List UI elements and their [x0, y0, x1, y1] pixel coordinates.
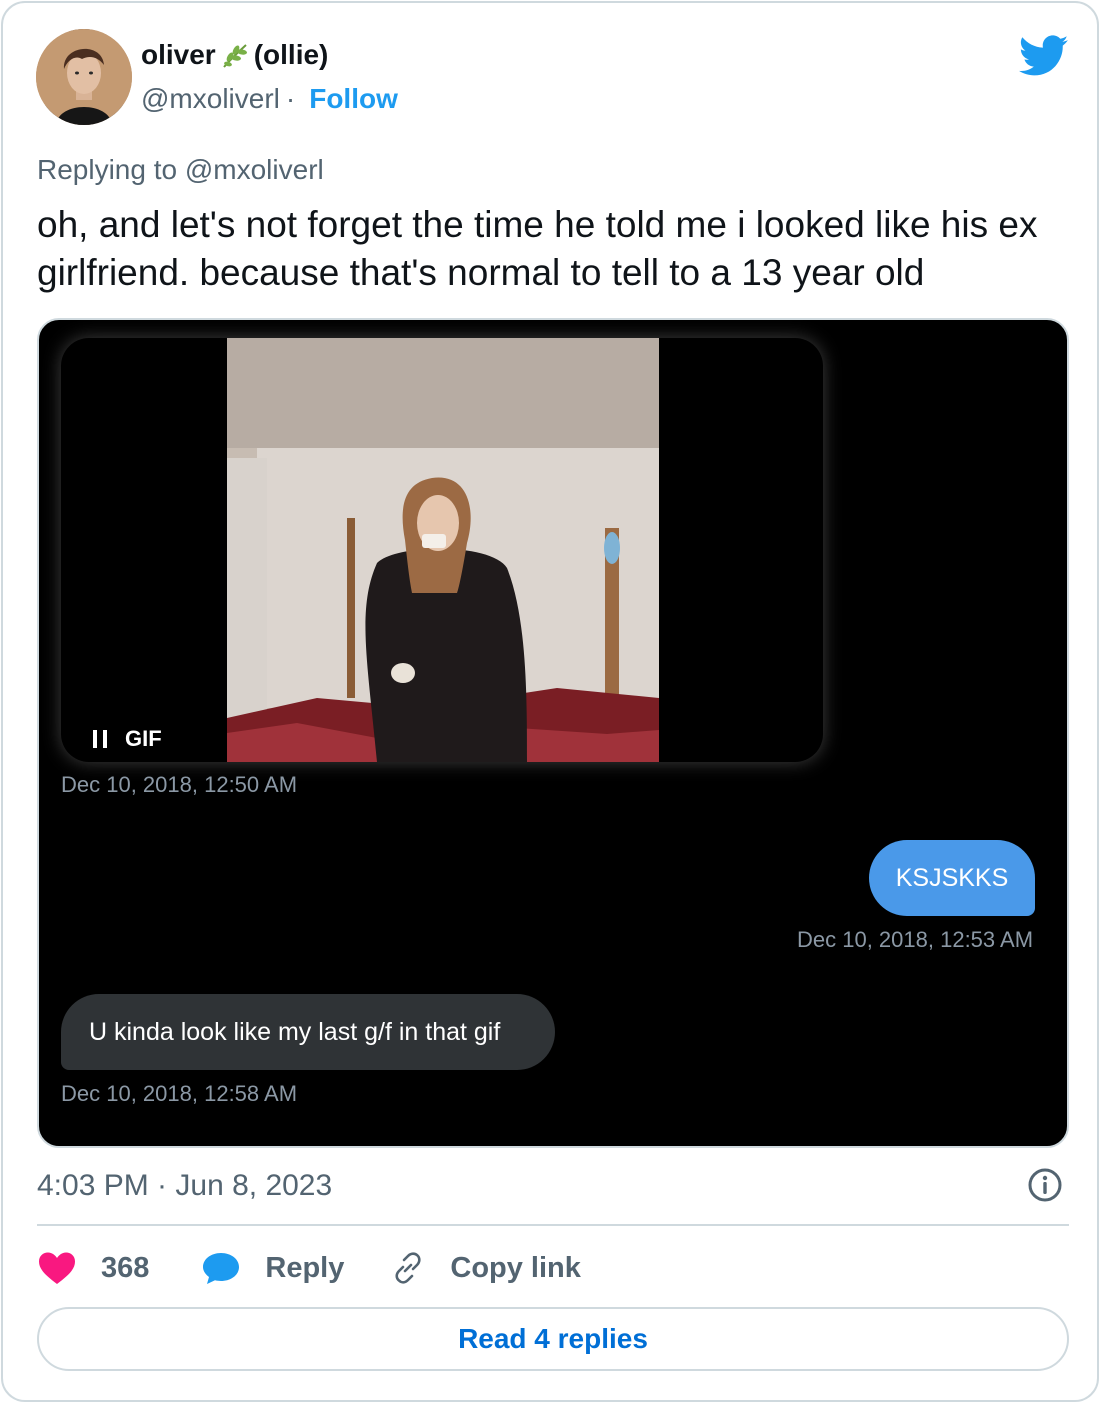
- gif-badge[interactable]: GIF: [93, 726, 162, 752]
- action-bar: 368 Reply Copy link: [37, 1243, 581, 1293]
- separator-dot: ·: [285, 83, 296, 114]
- author-handle-row: @mxoliverl · Follow: [141, 83, 398, 115]
- author-name[interactable]: oliver (ollie): [141, 39, 328, 71]
- sent-message-bubble: KSJSKKS: [869, 840, 1035, 916]
- divider: [37, 1224, 1069, 1226]
- gif-message[interactable]: GIF: [61, 338, 823, 762]
- twitter-bird-icon[interactable]: [1019, 35, 1069, 77]
- copy-link-label: Copy link: [450, 1251, 581, 1284]
- author-name-second: (ollie): [253, 39, 329, 70]
- herb-icon: [222, 44, 247, 68]
- message-timestamp: Dec 10, 2018, 12:53 AM: [797, 927, 1034, 952]
- follow-button[interactable]: Follow: [309, 83, 398, 115]
- tweet-card: oliver (ollie) @mxoliverl · Follow Reply…: [1, 1, 1099, 1402]
- reply-label: Reply: [265, 1251, 345, 1284]
- gif-label: GIF: [125, 726, 162, 751]
- copy-link-button[interactable]: Copy link: [390, 1250, 581, 1286]
- tweet-text: oh, and let's not forget the time he tol…: [37, 204, 1038, 293]
- link-icon: [395, 1252, 421, 1284]
- media-screenshot[interactable]: GIF Dec 10, 2018, 12:50 AM KSJSKKS Dec 1…: [37, 318, 1069, 1148]
- sent-message-text: KSJSKKS: [895, 863, 1009, 892]
- gif-image[interactable]: [227, 338, 659, 762]
- author-handle[interactable]: @mxoliverl: [141, 83, 280, 115]
- received-message-bubble: U kinda look like my last g/f in that gi…: [61, 994, 555, 1070]
- received-message-text: U kinda look like my last g/f in that gi…: [89, 1017, 501, 1046]
- avatar[interactable]: [36, 29, 132, 125]
- like-button[interactable]: 368: [37, 1251, 149, 1285]
- like-count: 368: [101, 1251, 150, 1284]
- author-name-first: oliver: [141, 39, 216, 70]
- message-timestamp: Dec 10, 2018, 12:58 AM: [61, 1081, 298, 1106]
- reply-bubble-icon: [203, 1253, 240, 1284]
- message-timestamp: Dec 10, 2018, 12:50 AM: [61, 772, 298, 797]
- heart-icon: [39, 1252, 75, 1284]
- read-replies-label: Read 4 replies: [458, 1323, 648, 1354]
- reply-button[interactable]: Reply: [201, 1251, 344, 1285]
- tweet-timestamp[interactable]: 4:03 PM · Jun 8, 2023: [37, 1169, 332, 1203]
- read-replies-button[interactable]: Read 4 replies: [37, 1307, 1069, 1371]
- replying-to: Replying to @mxoliverl: [37, 154, 324, 185]
- info-icon[interactable]: [1027, 1167, 1063, 1203]
- pause-icon[interactable]: [93, 730, 107, 748]
